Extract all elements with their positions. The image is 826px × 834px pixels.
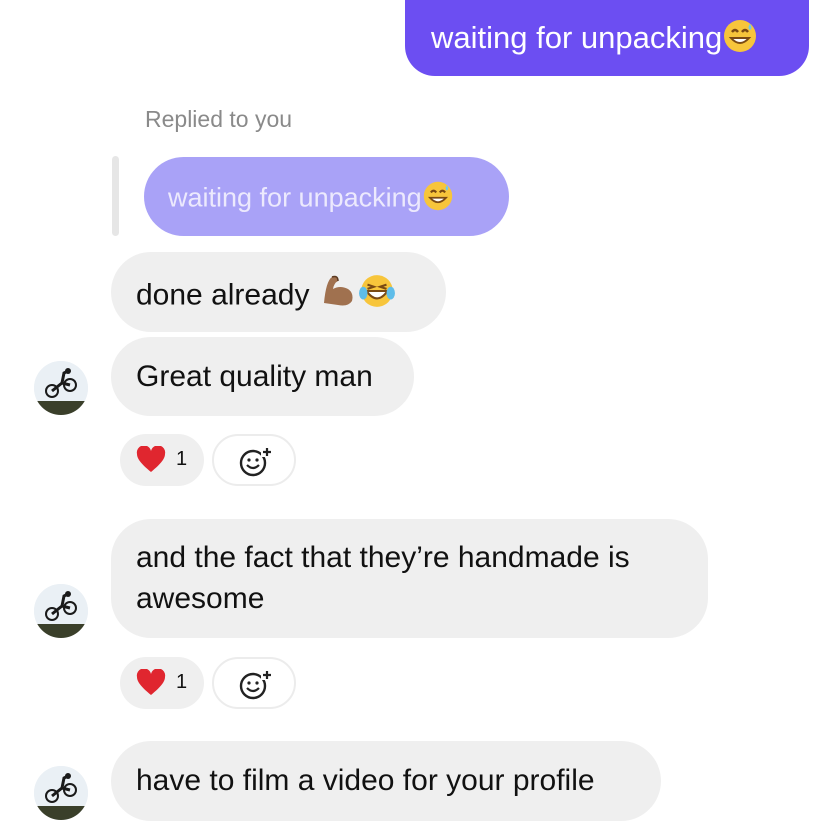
tears-of-joy-emoji <box>358 272 396 321</box>
reaction-count: 1 <box>176 671 188 693</box>
heart-reaction-pill[interactable]: 1 <box>120 434 204 486</box>
incoming-message-bubble[interactable]: done already <box>111 252 446 332</box>
red-heart-icon <box>136 446 166 472</box>
quoted-message-text: waiting for unpacking <box>168 180 454 219</box>
incoming-message-bubble[interactable]: have to film a video for your profile <box>111 741 661 821</box>
grinning-sweat-emoji <box>722 18 758 62</box>
quoted-message-bubble[interactable]: waiting for unpacking <box>144 157 509 236</box>
heart-reaction-pill[interactable]: 1 <box>120 657 204 709</box>
red-heart-icon <box>136 669 166 695</box>
avatar[interactable] <box>34 361 88 415</box>
replied-to-you-label: Replied to you <box>145 106 293 132</box>
add-reaction-smiley-icon <box>239 670 273 700</box>
avatar[interactable] <box>34 584 88 638</box>
add-reaction-button[interactable] <box>212 434 296 486</box>
grinning-sweat-emoji <box>422 180 454 219</box>
add-reaction-button[interactable] <box>212 657 296 709</box>
cyclist-avatar-icon <box>34 766 88 820</box>
cyclist-avatar-icon <box>34 361 88 415</box>
outgoing-message-text: waiting for unpacking <box>431 18 758 62</box>
incoming-message-text-line: and the fact that they’re handmade is <box>136 541 630 574</box>
outgoing-message-bubble[interactable]: waiting for unpacking <box>405 0 809 76</box>
incoming-message-text: done already <box>136 271 396 322</box>
incoming-message-text: have to film a video for your profile <box>136 764 595 797</box>
incoming-message-bubble[interactable]: and the fact that they’re handmade is aw… <box>111 519 708 638</box>
avatar[interactable] <box>34 766 88 820</box>
reaction-count: 1 <box>176 448 188 470</box>
reply-indicator-bar <box>112 156 119 236</box>
incoming-message-bubble[interactable]: Great quality man <box>111 337 414 416</box>
cyclist-avatar-icon <box>34 584 88 638</box>
add-reaction-smiley-icon <box>239 447 273 477</box>
incoming-message-text: Great quality man <box>136 360 373 393</box>
incoming-message-text-line: awesome <box>136 582 265 615</box>
flexed-biceps-emoji <box>318 271 358 322</box>
